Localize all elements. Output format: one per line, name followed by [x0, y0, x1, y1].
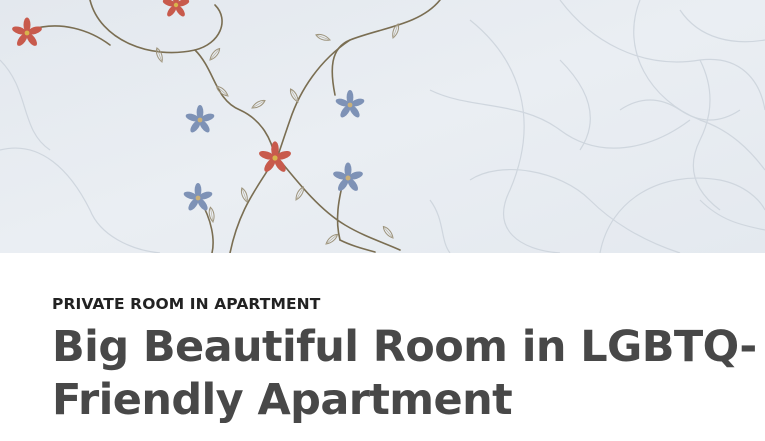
listing-title: Big Beautiful Room in LGBTQ- Friendly Ap…: [52, 321, 757, 427]
room-type-label: PRIVATE ROOM IN APARTMENT: [52, 295, 321, 313]
listing-hero-photo[interactable]: [0, 0, 765, 253]
listing-header: PRIVATE ROOM IN APARTMENT Big Beautiful …: [52, 294, 757, 427]
listing-page: PRIVATE ROOM IN APARTMENT Big Beautiful …: [0, 0, 765, 441]
listing-title-line-2: Friendly Apartment: [52, 375, 513, 425]
embroidered-quilt-image: [0, 0, 765, 253]
listing-title-line-1: Big Beautiful Room in LGBTQ-: [52, 322, 757, 372]
